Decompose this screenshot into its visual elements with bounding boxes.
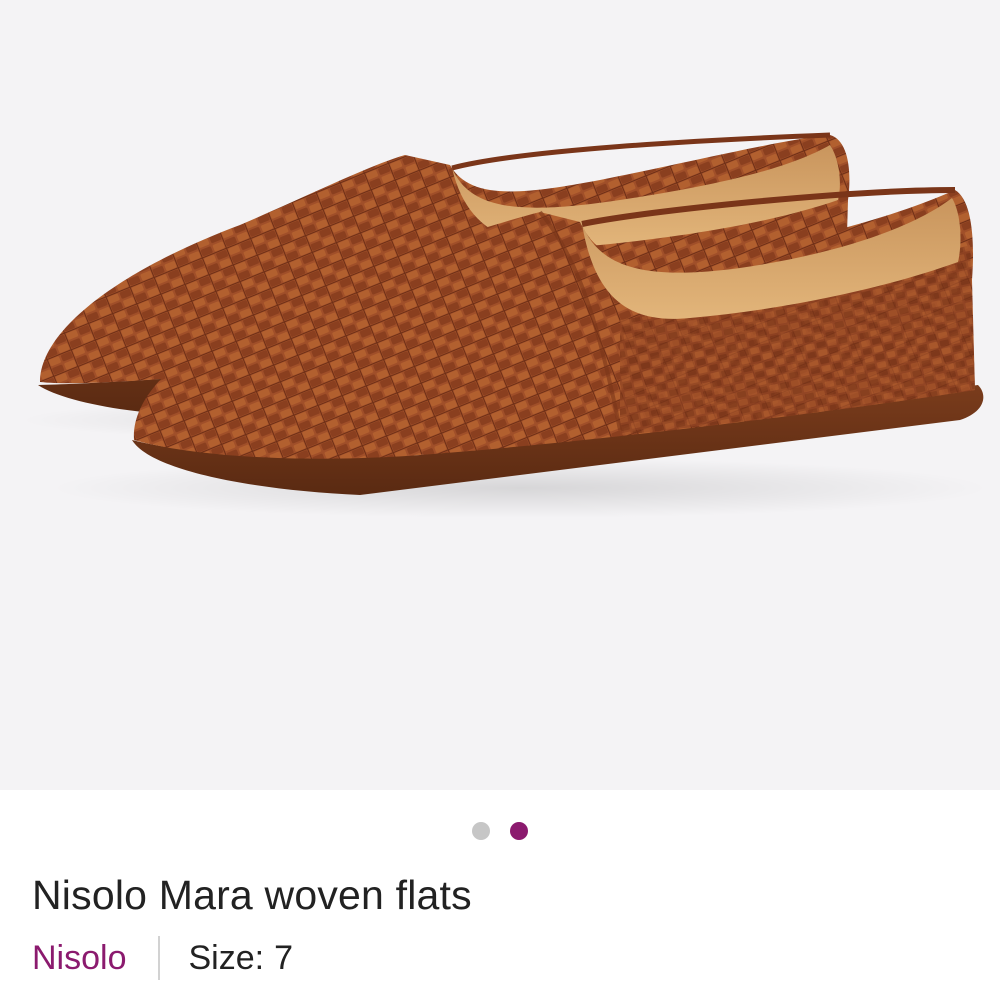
size-label: Size:	[188, 938, 265, 977]
meta-divider	[158, 936, 161, 980]
size-value: 7	[274, 938, 293, 977]
woven-flats-image	[20, 132, 990, 518]
carousel-dots	[0, 820, 1000, 842]
carousel-dot-2-active[interactable]	[510, 822, 528, 840]
listing-page: Nisolo Mara woven flats Nisolo Size: 7	[0, 0, 1000, 1000]
product-photo[interactable]	[0, 0, 1000, 790]
product-meta: Nisolo Size: 7	[32, 934, 293, 982]
carousel-dot-1[interactable]	[472, 822, 490, 840]
brand-link[interactable]: Nisolo	[32, 939, 126, 978]
product-title: Nisolo Mara woven flats	[32, 872, 472, 918]
